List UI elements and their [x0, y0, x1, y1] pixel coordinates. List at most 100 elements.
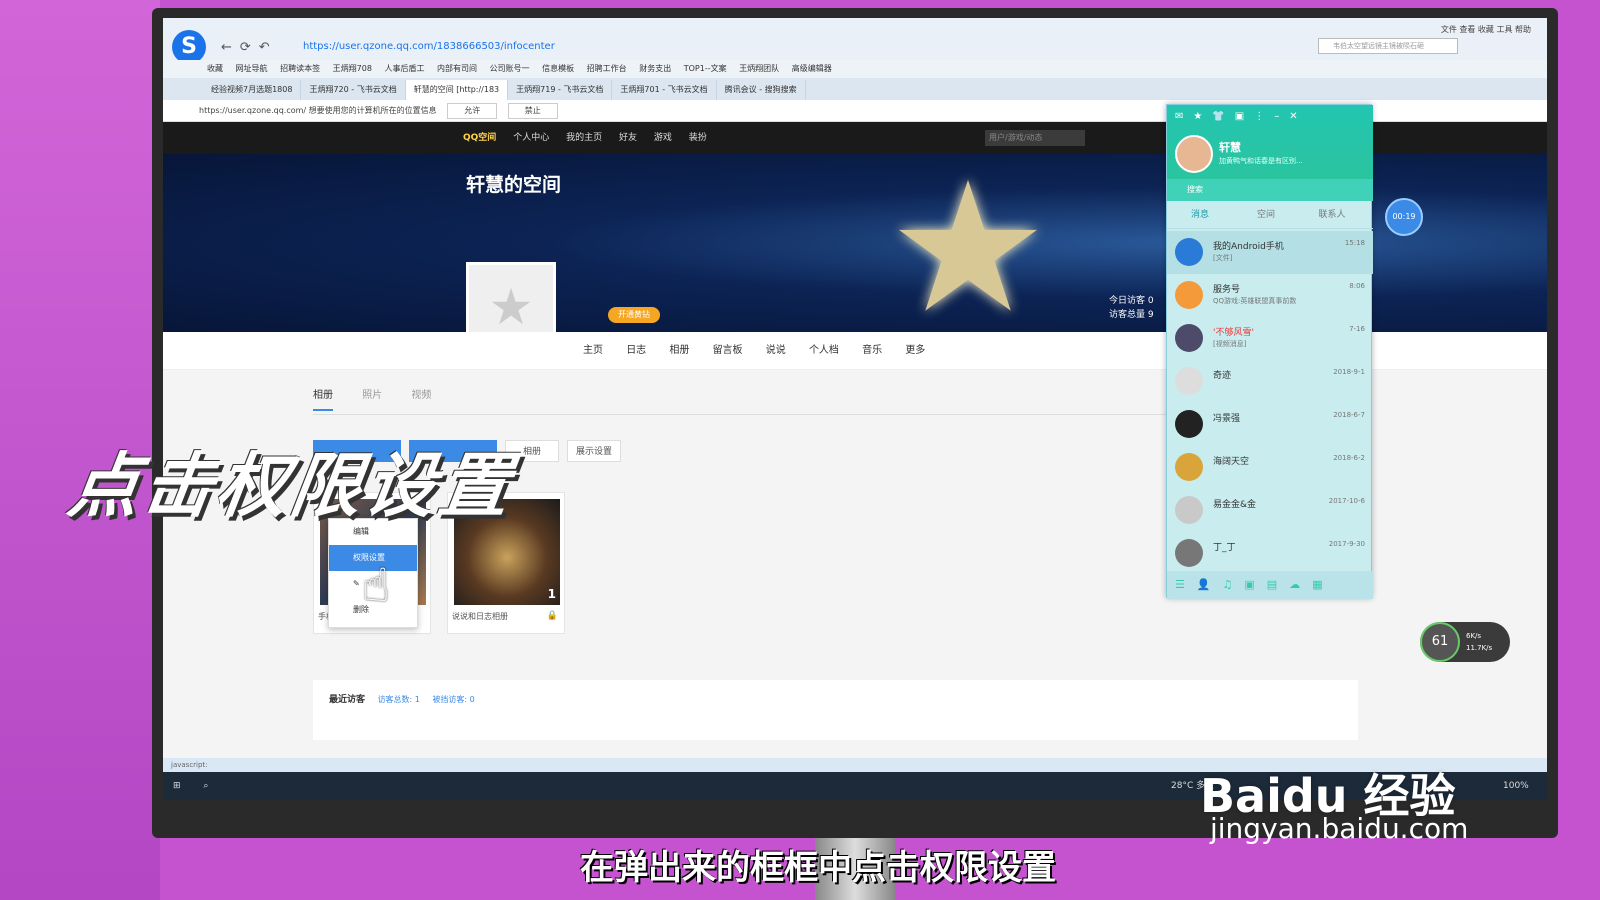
tab[interactable]: 王炳翔701 - 飞书云文档	[612, 80, 717, 100]
browser-search-input[interactable]: 韦伯太空望远镜主镜被陨石砸	[1318, 38, 1458, 54]
permission-text: https://user.qzone.qq.com/ 想要使用您的计算机所在的位…	[199, 106, 437, 115]
qzone-brand[interactable]: QQ空间	[463, 133, 496, 143]
bookmark-item[interactable]: TOP1--文案	[684, 64, 727, 73]
qq-contact[interactable]: 奇迹 2018-9-1	[1167, 360, 1373, 403]
nav-games[interactable]: 游戏	[654, 133, 672, 143]
nav-my-homepage[interactable]: 我的主页	[566, 133, 602, 143]
upload-speed: 6K/s	[1466, 632, 1482, 640]
contact-name: 海阔天空	[1213, 457, 1250, 467]
baidu-watermark-url: jingyan.baidu.com	[1210, 812, 1469, 845]
photo-count: 1	[547, 587, 556, 601]
video-subtitle: 在弹出来的框框中点击权限设置	[580, 848, 1056, 888]
qq-toolbar-icons[interactable]: ✉★👕▣⋮–✕	[1175, 111, 1308, 122]
recording-timer: 00:19	[1385, 198, 1423, 236]
album-caption: 说说和日志相册	[452, 612, 508, 621]
contact-avatar	[1175, 324, 1203, 352]
tab[interactable]: 经验视频7月选题1808	[203, 80, 302, 100]
qq-avatar[interactable]	[1175, 135, 1213, 173]
sogou-browser-logo-icon[interactable]: S	[172, 30, 206, 64]
zoom-level: 100%	[1503, 781, 1529, 791]
tab-active[interactable]: 轩慧的空间 [http://183	[405, 80, 509, 100]
visitors-total[interactable]: 访客总数: 1	[378, 695, 420, 704]
qq-contact[interactable]: 易金金&金 2017-10-6	[1167, 489, 1373, 532]
tab-strip: 经验视频7月选题1808 王炳翔720 - 飞书云文档 轩慧的空间 [http://…	[163, 78, 1547, 100]
monitor-screen: S ←⟳↶ https://user.qzone.qq.com/18386665…	[163, 18, 1547, 800]
bookmark-item[interactable]: 公司账号一	[490, 64, 530, 73]
qq-tab-messages[interactable]: 消息	[1167, 201, 1233, 229]
subnav-item[interactable]: 更多	[905, 345, 925, 356]
contact-name: 我的Android手机	[1213, 242, 1284, 252]
phone-icon	[1175, 238, 1203, 266]
contact-time: 2017-9-30	[1328, 540, 1365, 548]
vip-badge[interactable]: 开通黄钻	[608, 307, 660, 323]
qq-contact[interactable]: 丁_丁 2017-9-30	[1167, 532, 1373, 571]
bookmark-item[interactable]: 收藏	[207, 64, 223, 73]
bookmark-item[interactable]: 王炳翔团队	[739, 64, 779, 73]
tab-photos[interactable]: 照片	[362, 386, 382, 409]
tab-videos[interactable]: 视频	[411, 386, 431, 409]
tab[interactable]: 王炳翔720 - 飞书云文档	[301, 80, 406, 100]
visitors-blocked[interactable]: 被挡访客: 0	[432, 695, 474, 704]
nav-buttons[interactable]: ←⟳↶	[221, 40, 278, 55]
taskbar-search-icon[interactable]: ⌕	[203, 781, 208, 791]
bookmark-item[interactable]: 信息模板	[542, 64, 574, 73]
tab-divider	[313, 414, 1173, 415]
subnav-item[interactable]: 说说	[766, 345, 786, 356]
contact-name: 服务号	[1213, 285, 1241, 295]
display-settings-button[interactable]: 展示设置	[567, 440, 621, 462]
contact-avatar	[1175, 539, 1203, 567]
subnav-item[interactable]: 音乐	[862, 345, 882, 356]
qq-contact[interactable]: 海阔天空 2018-6-2	[1167, 446, 1373, 489]
speed-percent: 61	[1420, 622, 1460, 662]
qq-tab-space[interactable]: 空间	[1233, 201, 1299, 229]
subnav-item[interactable]: 个人档	[809, 345, 839, 356]
qq-contact[interactable]: 我的Android手机 [文件] 15:18	[1167, 231, 1373, 274]
visit-stats: 今日访客 0 访客总量 9	[1109, 294, 1154, 322]
browser-menu[interactable]: 文件 查看 收藏 工具 帮助	[1441, 24, 1531, 35]
qq-search-input[interactable]: 搜索	[1167, 179, 1373, 201]
browser-titlebar: S ←⟳↶ https://user.qzone.qq.com/18386665…	[163, 18, 1547, 64]
nav-friends[interactable]: 好友	[619, 133, 637, 143]
bookmark-item[interactable]: 高级编辑器	[792, 64, 832, 73]
qq-footer-icons[interactable]: ☰👤♫▣▤☁▦	[1167, 571, 1373, 599]
subnav-item[interactable]: 日志	[626, 345, 646, 356]
nav-decorate[interactable]: 装扮	[689, 133, 707, 143]
contact-time: 2018-6-7	[1333, 411, 1365, 419]
start-icon[interactable]: ⊞	[173, 781, 181, 791]
bookmark-item[interactable]: 人事后盾工	[384, 64, 424, 73]
recent-visitors: 最近访客 访客总数: 1 被挡访客: 0	[313, 680, 1358, 740]
tab-albums[interactable]: 相册	[313, 386, 333, 411]
bookmark-item[interactable]: 招聘读本签	[280, 64, 320, 73]
bookmark-item[interactable]: 王炳翔708	[333, 64, 372, 73]
album-tabs: 相册 照片 视频	[313, 386, 457, 411]
tab[interactable]: 腾讯会议 - 搜狗搜索	[717, 80, 806, 100]
contact-time: 2018-6-2	[1333, 454, 1365, 462]
hand-cursor-icon: ☝	[362, 558, 391, 612]
qq-contact[interactable]: 服务号 QQ游戏:英雄联盟真事前数 8:06	[1167, 274, 1373, 317]
qq-contact[interactable]: 冯景强 2018-6-7	[1167, 403, 1373, 446]
bookmark-item[interactable]: 内部有司间	[437, 64, 477, 73]
subnav-item[interactable]: 相册	[669, 345, 689, 356]
download-speed: 11.7K/s	[1466, 644, 1493, 652]
nav-personal-center[interactable]: 个人中心	[513, 133, 549, 143]
contact-avatar	[1175, 367, 1203, 395]
tab[interactable]: 王炳翔719 - 飞书云文档	[508, 80, 613, 100]
qq-tabs: 消息 空间 联系人	[1167, 201, 1373, 229]
qzone-star-icon: ★	[887, 144, 1049, 353]
subnav-item[interactable]: 留言板	[713, 345, 743, 356]
service-icon	[1175, 281, 1203, 309]
address-bar[interactable]: https://user.qzone.qq.com/1838666503/inf…	[303, 38, 1283, 56]
subnav-item[interactable]: 主页	[583, 345, 603, 356]
qq-signature[interactable]: 加黄鸭气和话春是有区别...	[1219, 156, 1303, 166]
today-visits: 今日访客 0	[1109, 296, 1154, 306]
bookmark-item[interactable]: 网址导航	[236, 64, 268, 73]
bookmark-item[interactable]: 招聘工作台	[587, 64, 627, 73]
contact-time: 15:18	[1344, 239, 1365, 247]
bookmark-item[interactable]: 财务支出	[639, 64, 671, 73]
qq-tab-contacts[interactable]: 联系人	[1299, 201, 1365, 229]
qq-contact[interactable]: '不够风雪' [视频消息] 7-16	[1167, 317, 1373, 360]
network-speed-widget: 61 6K/s 11.7K/s	[1420, 622, 1510, 662]
deny-button[interactable]: 禁止	[507, 103, 558, 119]
contact-time: 2017-10-6	[1328, 497, 1365, 505]
allow-button[interactable]: 允许	[447, 103, 498, 119]
